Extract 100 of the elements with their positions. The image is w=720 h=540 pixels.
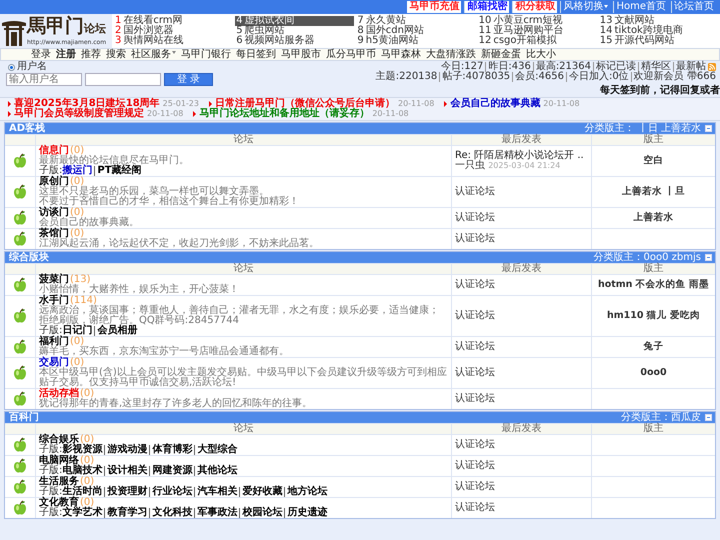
ad-link[interactable]: 12 csgo开箱模拟 [478, 36, 597, 46]
password-field[interactable] [85, 73, 161, 86]
section-moderators: 分类版主：西瓜皮 [621, 412, 701, 422]
subforum-link[interactable]: 军事政法 [194, 508, 238, 518]
ad-link[interactable]: 6 视频网站服务器 [235, 36, 354, 46]
top-link[interactable]: 积分获取 [512, 1, 558, 13]
apple-icon [13, 231, 27, 247]
announcement-link[interactable]: 喜迎2025年3月8日建坛18周年 [14, 99, 160, 109]
stats-link[interactable]: 最新帖 [673, 62, 706, 72]
subforum-link[interactable]: 搬运门 [62, 166, 92, 176]
announcement-link[interactable]: 会员自己的故事典藏 [450, 99, 540, 109]
nav-link[interactable]: 瓜分马甲币 [326, 50, 376, 60]
ad-link[interactable]: 11 亚马逊网购平台 [478, 26, 597, 36]
top-link[interactable]: 风格切换 [560, 1, 610, 13]
ad-link[interactable]: 3 舆情网站在线 [114, 36, 234, 46]
subforum-link[interactable]: 体育博彩 [149, 445, 192, 455]
forum-moderator: 空白 [644, 156, 664, 166]
forum-title[interactable]: 原创门 [39, 177, 69, 187]
subforum-link[interactable]: 日记门 [62, 326, 92, 336]
stats-text: 主题:220138 [376, 72, 438, 82]
subforum-link[interactable]: 校园论坛 [239, 508, 282, 518]
subforum-link[interactable]: 地方论坛 [284, 487, 328, 497]
stats-link[interactable]: 标记已读 [593, 62, 636, 72]
forum-title[interactable]: 菠菜门 [39, 275, 69, 285]
nav-link[interactable]: 比大小 [526, 50, 556, 60]
forum-title[interactable]: 访谈门 [39, 208, 69, 218]
last-post-text: 认证论坛 [455, 213, 496, 223]
nav-link[interactable]: 马甲股市 [281, 50, 321, 60]
subforum-link[interactable]: 生活时尚 [62, 487, 102, 497]
last-post-author[interactable]: 一只虫 [455, 160, 485, 171]
last-post-link[interactable]: Re: 阡陌居精校小说论坛开 .. [455, 151, 588, 161]
nav-link[interactable]: 注册 [56, 50, 76, 60]
forum-description: 远离政治，莫谈国事；尊重他人，善待自己；灌者无罪，水之有度；娱乐必要，适当健康；拒绝刷版，谢绝广告。QQ群号码:28457744 [39, 306, 440, 326]
arrow-icon [193, 111, 196, 117]
subforum-link[interactable]: 行业论坛 [149, 487, 192, 497]
announcement-link[interactable]: 日常注册马甲门（微信公众号后台申请） [214, 99, 395, 109]
nav-link[interactable]: 搜索 [106, 50, 126, 60]
nav-link[interactable]: 大盘猜涨跌 [426, 50, 476, 60]
subforum-link[interactable]: 影视资源 [62, 445, 102, 455]
subforum-link[interactable]: PT藏经阁 [94, 166, 142, 176]
top-link[interactable]: Home首页 [613, 1, 668, 13]
forum-title[interactable]: 茶馆门 [39, 229, 69, 239]
forum-title[interactable]: 信息门 [39, 146, 69, 156]
nav-link[interactable]: 马甲森林 [381, 50, 421, 60]
last-post-text: 认证论坛 [455, 342, 496, 352]
section-moderators: 分类版主：0oo0 zbmjs [594, 252, 701, 262]
last-post-text: 认证论坛 [455, 461, 496, 471]
subforum-link[interactable]: 投资理财 [104, 487, 148, 497]
apple-icon [13, 365, 27, 381]
top-link[interactable]: 论坛首页 [671, 1, 716, 13]
nav-link[interactable]: 社区服务 [131, 50, 176, 60]
subforum-link[interactable]: 电脑技术 [62, 466, 102, 476]
ad-link[interactable]: 13 文献网站 [598, 16, 718, 26]
subforum-link[interactable]: 文化科技 [149, 508, 192, 518]
ad-link[interactable]: 10 小黄豆crm短视 [478, 16, 597, 26]
nav-link[interactable]: 每日签到 [236, 50, 276, 60]
forum-title[interactable]: 生活服务 [39, 477, 79, 487]
forum-title[interactable]: 福利门 [39, 337, 69, 347]
forum-title[interactable]: 文化教育 [39, 498, 79, 508]
subforum-label: 子版: [39, 466, 62, 476]
ad-link[interactable]: 7 永久黄站 [356, 16, 476, 26]
nav-link[interactable]: 推荐 [81, 50, 101, 60]
forum-title[interactable]: 水手门 [39, 296, 69, 306]
ad-link[interactable]: 15 开源代码网站 [598, 36, 718, 46]
ad-link[interactable]: 5 爬虫网站 [235, 26, 354, 36]
announcement-link[interactable]: 马甲门论坛地址和备用地址（请妥存） [199, 109, 370, 119]
top-link[interactable]: 邮箱找密 [464, 1, 510, 13]
nav-link[interactable]: 新砸金蛋 [481, 50, 521, 60]
login-button[interactable]: 登 录 [164, 73, 214, 86]
forum-title[interactable]: 活动存档 [39, 389, 79, 399]
subforum-link[interactable]: 汽车相关 [194, 487, 238, 497]
subforum-link[interactable]: 其他论坛 [194, 466, 238, 476]
stats-link[interactable]: 精华区 [638, 62, 671, 72]
forum-title[interactable]: 综合娱乐 [39, 435, 79, 445]
ad-link[interactable]: 14 tiktok跨境电商 [598, 26, 718, 36]
nav-link[interactable]: 马甲门银行 [181, 50, 231, 60]
forum-description: 最新最快的论坛信息尽在马甲门。 [39, 156, 190, 166]
subforum-link[interactable]: 游戏动漫 [104, 445, 148, 455]
subforum-link[interactable]: 会员相册 [94, 326, 138, 336]
ad-link[interactable]: 8 国外cdn网站 [356, 26, 476, 36]
forum-title[interactable]: 交易门 [39, 358, 69, 368]
nav-link[interactable]: 登录 [31, 50, 51, 60]
subforum-link[interactable]: 教育学习 [104, 508, 148, 518]
radio-label: 用户名 [17, 62, 47, 72]
subforum-link[interactable]: 爱好收藏 [239, 487, 282, 497]
subforum-link[interactable]: 文学艺术 [62, 508, 102, 518]
top-link[interactable]: 马甲币充值 [407, 1, 462, 13]
announcement-date: 20-11-08 [398, 99, 434, 109]
radio-button[interactable] [8, 64, 15, 70]
announcement-link[interactable]: 马甲门会员等级制度管理规定 [14, 109, 144, 119]
forum-description: 江湖风起云涌，论坛起伏不定，收起刀光剑影，不妨来此品茗。 [39, 239, 320, 249]
subforum-link[interactable]: 网建资源 [149, 466, 192, 476]
topic-count: (114) [70, 296, 97, 306]
subforum-link[interactable]: 大型综合 [194, 445, 238, 455]
ad-link[interactable]: 2 国外浏览器 [114, 26, 234, 36]
forum-title[interactable]: 电脑网络 [39, 456, 79, 466]
ad-link[interactable]: 1 在线看crm网 [114, 16, 234, 26]
subforum-link[interactable]: 设计相关 [104, 466, 148, 476]
subforum-link[interactable]: 历史遗迹 [284, 508, 328, 518]
ad-link[interactable]: 9 h5黄油网站 [356, 36, 476, 46]
